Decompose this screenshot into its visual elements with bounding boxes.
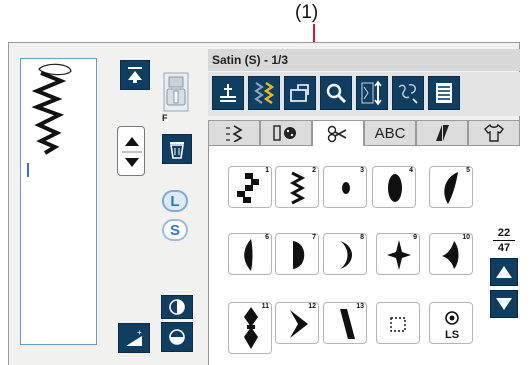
zigzag-stitch-icon [289, 171, 306, 205]
stitch-settings-button[interactable] [212, 76, 244, 110]
end-point-button[interactable] [161, 322, 193, 352]
trash-icon [170, 142, 184, 159]
crescent-leaf-stitch-icon [442, 241, 459, 269]
stitch-button-5[interactable]: 5 [429, 166, 473, 208]
star-stitch-icon [387, 240, 411, 270]
width-length-icon [361, 80, 382, 106]
cursor-stepper[interactable] [117, 126, 145, 176]
stitch-preview [20, 58, 97, 345]
arrow-up-icon [496, 266, 512, 278]
stitch-button-12[interactable]: 12 [275, 302, 319, 344]
screen-title: Satin (S) - 1/3 [208, 49, 520, 71]
page-current: 22 [497, 227, 511, 239]
tab-garment[interactable] [468, 120, 520, 146]
oval-stitch-icon [388, 174, 402, 202]
leaf-stitch-icon [444, 172, 458, 204]
svg-text:+: + [137, 328, 142, 337]
page-divider [493, 240, 515, 241]
stitch-button-14[interactable] [376, 302, 420, 344]
checker-stitch-icon [237, 173, 259, 203]
utility-stitch-icon [226, 125, 243, 142]
stitch-button-10[interactable]: 10 [429, 233, 473, 275]
half-circle-icon [169, 299, 185, 315]
mirror-icon [254, 82, 275, 104]
pattern-edit-button[interactable] [392, 76, 424, 110]
list-view-button[interactable] [428, 76, 460, 110]
page-indicator: 22 47 [493, 227, 515, 254]
text-cursor [27, 163, 29, 177]
slant-bar-stitch-icon [340, 309, 355, 339]
page-down-button[interactable] [490, 290, 518, 318]
callout-label: (1) [295, 2, 319, 23]
mirror-button[interactable] [248, 76, 280, 110]
toolbar [208, 72, 520, 116]
tab-satin[interactable] [312, 120, 364, 147]
stitch-category-tabs: ABC [208, 120, 520, 147]
search-icon [326, 83, 347, 104]
scroll-to-top-button[interactable] [120, 60, 150, 90]
presser-foot-icon [162, 71, 190, 113]
ls-label: LS [445, 329, 459, 341]
memory-button[interactable] [284, 76, 316, 110]
scroll-top-icon [128, 67, 142, 83]
page-up-button[interactable] [490, 258, 518, 286]
stitch-button-15[interactable]: LS [429, 302, 473, 344]
scissors-stitch-icon [327, 125, 347, 143]
length-short-toggle[interactable]: S [162, 219, 188, 241]
elongation-button[interactable]: + [118, 323, 150, 353]
stitch-button-7[interactable]: 7 [275, 233, 319, 275]
stitch-button-4[interactable]: 4 [372, 166, 416, 208]
list-icon [436, 83, 452, 103]
tab-quilt[interactable] [416, 120, 468, 146]
tab-alphabet[interactable]: ABC [364, 120, 416, 146]
chevron-stitch-icon [290, 310, 308, 338]
foot-label: F [162, 113, 168, 123]
stitch-button-11[interactable]: 11 [228, 302, 272, 354]
stitch-button-9[interactable]: 9 [376, 233, 420, 275]
ls-icon: LS [445, 311, 459, 341]
tab-buttonhole[interactable] [260, 120, 312, 146]
diamond-chain-stitch-icon [244, 307, 258, 349]
empty-box-icon [390, 317, 406, 332]
pattern-edit-icon [398, 84, 418, 104]
left-leaf-stitch-icon [244, 239, 253, 271]
dot-stitch-icon [342, 182, 350, 194]
stitch-button-3[interactable]: 3 [323, 166, 367, 208]
memory-icon [290, 84, 309, 102]
shirt-icon [484, 123, 504, 142]
up-down-arrows-icon [122, 137, 142, 167]
length-long-toggle[interactable]: L [162, 190, 188, 212]
elongation-icon: + [126, 328, 142, 346]
stitch-button-1[interactable]: 1 [228, 166, 272, 208]
stitch-button-8[interactable]: 8 [323, 233, 367, 275]
stitch-settings-icon [220, 84, 236, 102]
crescent-stitch-icon [340, 241, 352, 269]
delete-button[interactable] [162, 134, 192, 164]
stitch-button-6[interactable]: 6 [228, 233, 272, 275]
quilt-icon [436, 125, 449, 141]
page-total: 47 [497, 242, 511, 254]
width-length-button[interactable] [356, 76, 388, 110]
half-moon-stitch-icon [293, 241, 305, 269]
stitch-button-2[interactable]: 2 [275, 166, 319, 208]
density-button[interactable] [161, 295, 193, 319]
split-circle-icon [169, 329, 185, 345]
buttonhole-icon [273, 125, 296, 141]
stitch-preview-drawing [31, 63, 72, 155]
search-button[interactable] [320, 76, 352, 110]
stitch-button-13[interactable]: 13 [323, 302, 367, 344]
tab-utility[interactable] [208, 120, 260, 146]
arrow-down-icon [496, 298, 512, 310]
